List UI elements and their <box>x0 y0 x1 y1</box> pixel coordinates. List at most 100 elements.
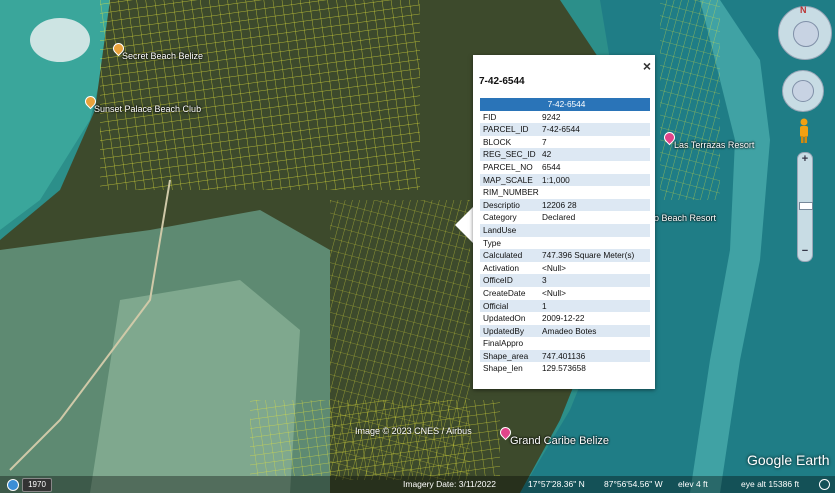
attribute-value: 42 <box>539 148 650 161</box>
attribute-row: Shape_area 747.401136 <box>480 349 650 363</box>
attribute-row: RIM_NUMBER <box>480 186 650 199</box>
street-view-pegman-icon[interactable] <box>798 118 810 144</box>
attribute-key: RIM_NUMBER <box>483 187 539 198</box>
attribute-value: 3 <box>539 274 650 287</box>
attribute-value: 129.573658 <box>542 363 586 374</box>
placemark-label[interactable]: Secret Beach Belize <box>122 51 203 61</box>
attribute-key: Calculated <box>480 249 539 262</box>
attribute-row: Category Declared <box>480 211 650 224</box>
attribute-key: LandUse <box>480 223 539 237</box>
attribute-key: CreateDate <box>483 287 526 298</box>
attribute-value: 1 <box>539 299 650 313</box>
attribute-value: <Null> <box>542 287 566 298</box>
attribute-row: FinalAppro <box>480 337 650 350</box>
attribute-row: CreateDate <Null> <box>480 287 650 300</box>
attribute-row: UpdatedBy Amadeo Botes <box>480 324 650 338</box>
attribute-row: Shape_len 129.573658 <box>480 362 650 375</box>
attribute-key: BLOCK <box>483 136 512 147</box>
status-bar: Imagery Date: 3/11/2022 17°57'28.36" N 8… <box>0 476 835 493</box>
placemark-label[interactable]: Sunset Palace Beach Club <box>94 104 201 114</box>
zoom-in-button[interactable]: + <box>799 153 811 165</box>
google-earth-logo: Google Earth <box>747 452 830 468</box>
attribute-row: MAP_SCALE 1:1,000 <box>480 173 650 187</box>
balloon-title: 7-42-6544 <box>479 76 525 87</box>
attribute-table: 7-42-6544 FID 9242 PARCEL_ID 7-42-6544 BLOCK… <box>480 98 650 375</box>
attribute-row: FID 9242 <box>480 111 650 124</box>
attribute-row: BLOCK 7 <box>480 136 650 149</box>
imagery-date: Imagery Date: 3/11/2022 <box>403 479 496 489</box>
parcel-grid-south <box>250 400 500 476</box>
attribute-value: 747.396 Square Meter(s) <box>539 249 650 262</box>
attribute-row: Official 1 <box>480 299 650 313</box>
attribute-key: Shape_area <box>480 349 539 363</box>
longitude: 87°56'54.56" W <box>604 479 663 489</box>
attribute-row: PARCEL_NO 6544 <box>480 161 650 174</box>
historical-imagery-clock-icon[interactable] <box>819 479 830 490</box>
move-control[interactable] <box>782 70 824 112</box>
parcel-grid-north <box>100 0 420 190</box>
elevation: elev 4 ft <box>678 479 708 489</box>
attribute-value <box>539 337 650 350</box>
globe-icon[interactable] <box>7 479 19 491</box>
attribute-value <box>539 223 650 237</box>
attribute-key: UpdatedOn <box>483 313 526 324</box>
attribute-key: REG_SEC_ID <box>480 148 539 161</box>
attribute-row: LandUse <box>480 223 650 237</box>
placemark-label[interactable]: Las Terrazas Resort <box>674 140 754 150</box>
attribute-value: 7-42-6544 <box>539 123 650 136</box>
hand-move-icon[interactable] <box>792 80 814 102</box>
zoom-slider-thumb[interactable] <box>799 202 813 210</box>
north-indicator[interactable]: N <box>800 5 807 15</box>
close-icon[interactable]: × <box>643 58 651 74</box>
attribute-key: Shape_len <box>483 363 523 374</box>
attribute-value: 6544 <box>542 161 561 172</box>
balloon-tail <box>455 205 475 245</box>
zoom-slider[interactable]: + − <box>797 152 813 262</box>
attribute-row: Activation <Null> <box>480 262 650 275</box>
attribute-value: 1:1,000 <box>539 173 650 187</box>
attribute-key: Type <box>483 237 501 248</box>
attribute-value: 7 <box>542 136 547 147</box>
attribute-key: Activation <box>483 262 519 273</box>
attribute-row: UpdatedOn 2009-12-22 <box>480 312 650 325</box>
attribute-key: PARCEL_ID <box>480 123 539 136</box>
attribute-row: OfficeID 3 <box>480 274 650 287</box>
attribute-value: 747.401136 <box>539 349 650 363</box>
attribute-key: PARCEL_NO <box>483 161 533 172</box>
parcel-grid-coast <box>660 0 720 200</box>
attribute-row: Descriptio 12206 28 <box>480 198 650 212</box>
attribute-row: Calculated 747.396 Square Meter(s) <box>480 249 650 262</box>
zoom-out-button[interactable]: − <box>799 245 811 257</box>
latitude: 17°57'28.36" N <box>528 479 585 489</box>
imagery-copyright: Image © 2023 CNES / Airbus <box>355 426 472 436</box>
historical-imagery-year[interactable]: 1970 <box>22 478 52 492</box>
cloud <box>30 18 90 62</box>
attribute-row: REG_SEC_ID 42 <box>480 148 650 161</box>
attribute-key: Official <box>480 299 539 313</box>
attribute-value: 12206 28 <box>539 198 650 212</box>
attribute-value: <Null> <box>542 262 566 273</box>
attribute-value: Declared <box>542 212 576 223</box>
attribute-key: MAP_SCALE <box>480 173 539 187</box>
attribute-value: 9242 <box>542 111 561 122</box>
attribute-key: OfficeID <box>480 274 539 287</box>
attribute-key: Descriptio <box>480 198 539 212</box>
placemark-label[interactable]: o Beach Resort <box>654 213 716 223</box>
satellite-map[interactable] <box>0 0 835 493</box>
attribute-value: Amadeo Botes <box>539 324 650 338</box>
attribute-row: Type <box>480 237 650 250</box>
attribute-value: 2009-12-22 <box>542 313 585 324</box>
attribute-row: PARCEL_ID 7-42-6544 <box>480 123 650 136</box>
placemark-label[interactable]: Grand Caribe Belize <box>510 435 609 447</box>
attribute-value <box>539 186 650 199</box>
attribute-key: FID <box>483 111 497 122</box>
attribute-table-header: 7-42-6544 <box>480 98 650 111</box>
attribute-key: UpdatedBy <box>480 324 539 338</box>
attribute-key: Category <box>483 212 517 223</box>
eye-altitude: eye alt 15386 ft <box>741 479 800 489</box>
look-joystick-icon[interactable] <box>793 21 819 47</box>
attribute-key: FinalAppro <box>483 338 524 349</box>
attribute-value <box>539 237 650 250</box>
look-compass[interactable]: N <box>778 5 832 60</box>
parcel-info-balloon: × 7-42-6544 7-42-6544 FID 9242 PARCEL_ID 7-… <box>473 55 655 389</box>
